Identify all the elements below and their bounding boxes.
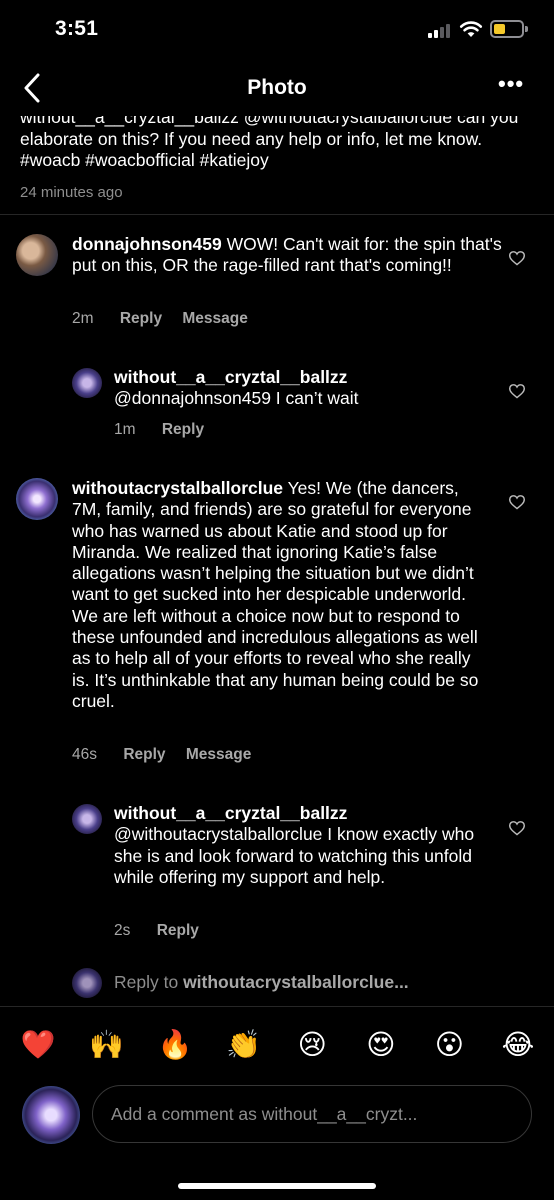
like-heart-icon[interactable] bbox=[508, 494, 526, 510]
message-button[interactable]: Message bbox=[186, 746, 251, 763]
comment-time: 1m bbox=[114, 421, 136, 438]
divider bbox=[0, 214, 554, 215]
wifi-icon bbox=[459, 21, 483, 37]
emoji-surprised[interactable]: 😮 bbox=[429, 1025, 469, 1065]
like-heart-icon[interactable] bbox=[508, 820, 526, 836]
emoji-quick-bar: ❤️ 🙌 🔥 👏 😢 😍 😮 😂 bbox=[18, 1025, 538, 1065]
like-heart-icon[interactable] bbox=[508, 250, 526, 266]
navigation-bar: Photo ••• bbox=[0, 60, 554, 116]
emoji-clapping[interactable]: 👏 bbox=[224, 1025, 264, 1065]
reply-to-username: withoutacrystalballorclue... bbox=[183, 972, 409, 992]
post-caption: without__a__cryztal__ballzz @withoutacry… bbox=[20, 100, 540, 220]
emoji-laughing[interactable]: 😂 bbox=[498, 1025, 538, 1065]
avatar bbox=[72, 968, 102, 998]
page-title: Photo bbox=[247, 76, 307, 99]
message-button[interactable]: Message bbox=[182, 310, 247, 327]
comment-text: Yes! We (the dancers, 7M, family, and fr… bbox=[72, 478, 479, 711]
reply-button[interactable]: Reply bbox=[162, 421, 204, 438]
reply-button[interactable]: Reply bbox=[123, 746, 165, 763]
comment-username[interactable]: donnajohnson459 bbox=[72, 234, 222, 254]
avatar[interactable] bbox=[72, 804, 102, 834]
more-options-icon[interactable]: ••• bbox=[498, 73, 524, 100]
reply-to-prefix: Reply to bbox=[114, 972, 184, 992]
emoji-raised-hands[interactable]: 🙌 bbox=[87, 1025, 127, 1065]
like-heart-icon[interactable] bbox=[508, 383, 526, 399]
status-time: 3:51 bbox=[55, 17, 99, 40]
emoji-heart[interactable]: ❤️ bbox=[18, 1025, 58, 1065]
comment-time: 2s bbox=[114, 922, 131, 939]
cellular-signal-icon bbox=[428, 22, 452, 38]
reply-to-indicator[interactable]: Reply to withoutacrystalballorclue... bbox=[114, 972, 409, 993]
battery-icon bbox=[490, 20, 528, 38]
composer-avatar bbox=[22, 1086, 80, 1144]
comment-username[interactable]: withoutacrystalballorclue bbox=[72, 478, 283, 498]
avatar[interactable] bbox=[16, 234, 58, 276]
emoji-fire[interactable]: 🔥 bbox=[155, 1025, 195, 1065]
emoji-crying[interactable]: 😢 bbox=[292, 1025, 332, 1065]
comment-username[interactable]: without__a__cryztal__ballzz bbox=[114, 367, 504, 388]
comment-text: @withoutacrystalballorclue I know exactl… bbox=[114, 824, 475, 887]
status-bar: 3:51 bbox=[0, 0, 554, 60]
comment-text: @donnajohnson459 I can’t wait bbox=[114, 388, 359, 409]
reply-button[interactable]: Reply bbox=[157, 922, 199, 939]
home-indicator bbox=[178, 1183, 376, 1189]
caption-timestamp: 24 minutes ago bbox=[20, 183, 123, 201]
comment-time: 46s bbox=[72, 746, 97, 763]
avatar[interactable] bbox=[16, 478, 58, 520]
divider bbox=[0, 1006, 554, 1007]
emoji-heart-eyes[interactable]: 😍 bbox=[361, 1025, 401, 1065]
comment-time: 2m bbox=[72, 310, 94, 327]
comment-username[interactable]: without__a__cryztal__ballzz bbox=[114, 803, 504, 824]
comment-input[interactable]: Add a comment as without__a__cryzt... bbox=[92, 1085, 532, 1143]
avatar[interactable] bbox=[72, 368, 102, 398]
reply-button[interactable]: Reply bbox=[120, 310, 162, 327]
